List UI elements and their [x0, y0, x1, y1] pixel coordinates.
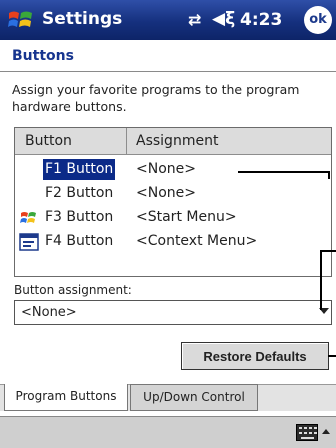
- callout-line: [320, 250, 336, 252]
- row-button-name: F1 Button: [43, 159, 116, 180]
- windows-start-icon[interactable]: [6, 5, 36, 35]
- row-button-name: F4 Button: [45, 233, 114, 249]
- callout-line: [328, 171, 330, 179]
- button-assignment-label: Button assignment:: [14, 283, 132, 297]
- windows-flag-icon: [20, 212, 36, 223]
- page-title: Buttons: [12, 48, 74, 64]
- column-header-button[interactable]: Button: [15, 128, 127, 154]
- context-menu-icon: [19, 233, 39, 251]
- keyboard-icon[interactable]: [296, 424, 318, 441]
- callout-line: [328, 355, 336, 357]
- button-assignment-dropdown[interactable]: <None>: [14, 300, 332, 325]
- row-assignment: <None>: [136, 185, 196, 201]
- row-assignment: <Context Menu>: [136, 233, 258, 249]
- up-arrow-icon[interactable]: [322, 429, 330, 434]
- list-row-f2[interactable]: F2 Button <None>: [15, 182, 331, 206]
- list-row-f4[interactable]: F4 Button <Context Menu>: [15, 230, 331, 254]
- row-button-name: F3 Button: [45, 209, 114, 225]
- list-row-f3[interactable]: F3 Button <Start Menu>: [15, 206, 331, 230]
- ok-button[interactable]: ok: [304, 6, 332, 34]
- menu-bar: [0, 416, 336, 448]
- row-assignment: <None>: [136, 161, 196, 177]
- dropdown-value: <None>: [21, 305, 77, 320]
- tab-program-buttons[interactable]: Program Buttons: [4, 384, 128, 411]
- divider: [0, 71, 336, 72]
- list-row-f1[interactable]: F1 Button <None>: [15, 158, 331, 182]
- buttons-list[interactable]: Button Assignment F1 Button <None> F2 Bu…: [14, 127, 332, 277]
- connectivity-icon[interactable]: ⇄: [188, 10, 201, 29]
- callout-line: [320, 250, 322, 310]
- list-header: Button Assignment: [15, 128, 331, 155]
- clock[interactable]: 4:23: [240, 10, 282, 30]
- title-bar: Settings ⇄ ◀ξ 4:23 ok: [0, 0, 336, 40]
- callout-line: [238, 171, 330, 173]
- row-assignment: <Start Menu>: [136, 209, 237, 225]
- page-description: Assign your favorite programs to the pro…: [12, 82, 300, 114]
- tab-up-down-control[interactable]: Up/Down Control: [130, 384, 258, 411]
- column-header-assignment[interactable]: Assignment: [127, 128, 331, 154]
- app-title[interactable]: Settings: [42, 9, 122, 29]
- restore-defaults-button[interactable]: Restore Defaults: [181, 342, 329, 370]
- volume-icon[interactable]: ◀ξ: [212, 9, 235, 29]
- row-button-name: F2 Button: [45, 185, 114, 201]
